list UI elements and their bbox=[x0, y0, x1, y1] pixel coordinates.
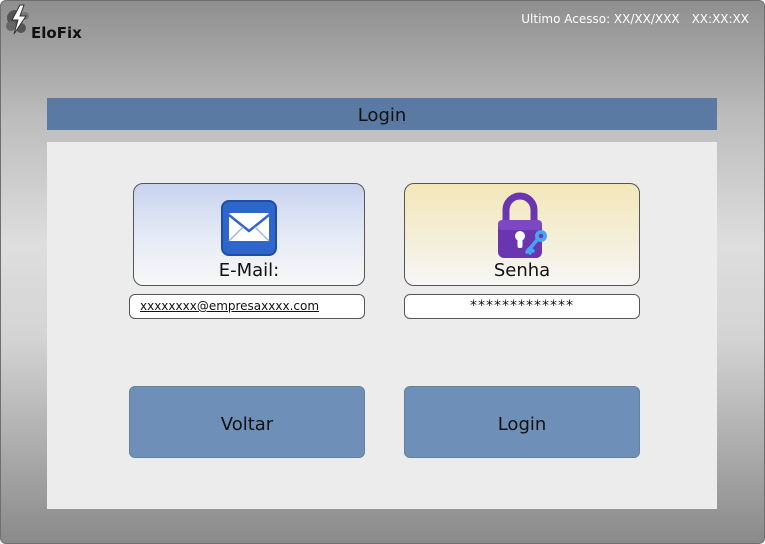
email-label: E-Mail: bbox=[218, 260, 280, 281]
app-window: EloFix Ultimo Acesso: XX/XX/XXX XX:XX:XX … bbox=[0, 0, 765, 544]
login-title-bar: Login bbox=[47, 98, 717, 130]
email-field[interactable]: xxxxxxxx@empresaxxxx.com bbox=[129, 294, 365, 319]
elofix-logo: EloFix bbox=[5, 4, 85, 42]
page-title: Login bbox=[357, 105, 407, 126]
password-label: Senha bbox=[493, 260, 551, 281]
email-card: E-Mail: bbox=[133, 183, 365, 286]
padlock-key-icon bbox=[498, 192, 547, 258]
last-access-info: Ultimo Acesso: XX/XX/XXX XX:XX:XX bbox=[521, 12, 749, 26]
password-field[interactable]: ************* bbox=[404, 294, 640, 319]
brand-name: EloFix bbox=[31, 24, 82, 42]
last-access-time: XX:XX:XX bbox=[691, 12, 749, 26]
back-button[interactable]: Voltar bbox=[129, 386, 365, 458]
envelope-icon bbox=[221, 200, 277, 256]
password-card: Senha bbox=[404, 183, 640, 286]
last-access-date: Ultimo Acesso: XX/XX/XXX bbox=[521, 12, 680, 26]
login-button[interactable]: Login bbox=[404, 386, 640, 458]
login-panel: E-Mail: xxxxxxxx@empresaxxxx.com Senha *… bbox=[47, 142, 717, 509]
